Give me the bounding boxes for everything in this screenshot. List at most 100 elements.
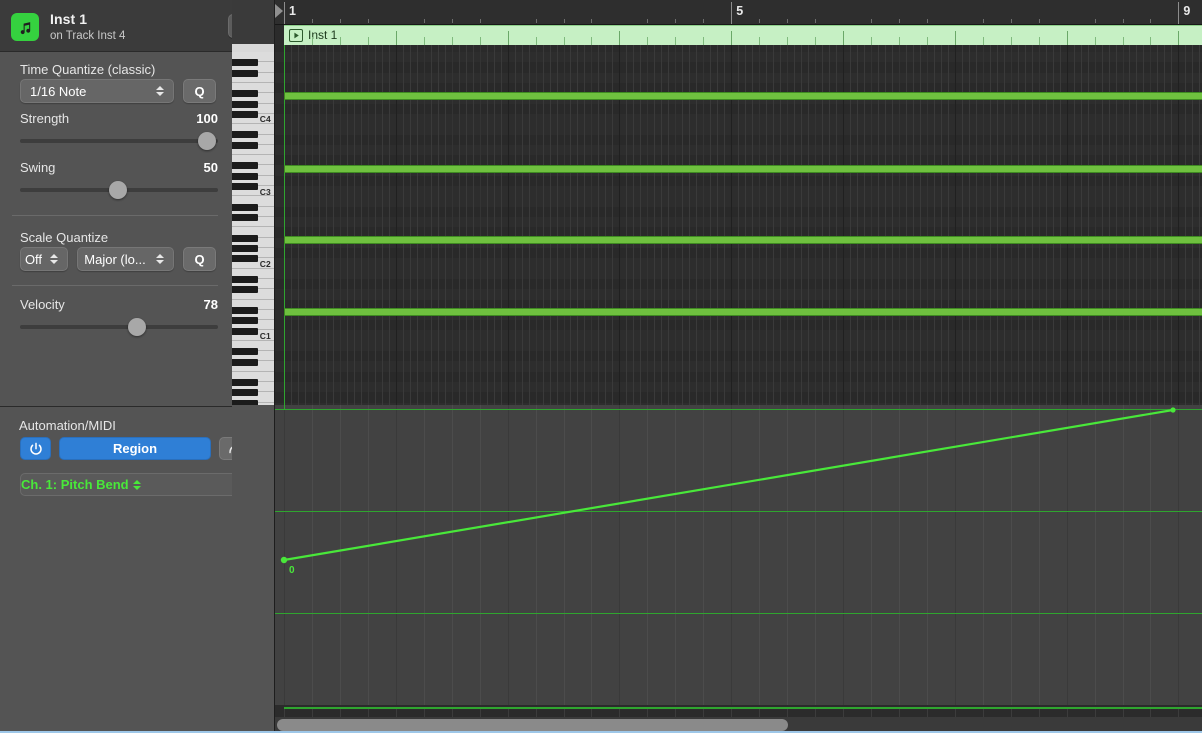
velocity-tick bbox=[1039, 709, 1040, 717]
velocity-tick bbox=[1095, 709, 1096, 717]
piano-black-key[interactable] bbox=[232, 307, 258, 314]
time-quantize-label: Time Quantize (classic) bbox=[20, 62, 155, 77]
region-beat-tick bbox=[1178, 31, 1179, 45]
region-beat-tick bbox=[1095, 37, 1096, 45]
piano-keyboard[interactable]: C4C3C2C1C0 bbox=[232, 44, 275, 405]
automation-curve[interactable] bbox=[275, 405, 1202, 715]
piano-black-key[interactable] bbox=[232, 131, 258, 138]
bar-ruler[interactable]: 159131721252933 bbox=[275, 0, 1202, 25]
automation-power-button[interactable] bbox=[20, 437, 51, 460]
time-quantize-q-button[interactable]: Q bbox=[183, 79, 216, 103]
region-beat-tick bbox=[564, 37, 565, 45]
scale-quantize-scale-value: Major (lo... bbox=[78, 252, 152, 267]
piano-octave-label: C3 bbox=[260, 187, 271, 197]
piano-roll-grid[interactable] bbox=[275, 45, 1202, 405]
region-beat-tick bbox=[815, 37, 816, 45]
velocity-lane[interactable] bbox=[275, 705, 1202, 717]
piano-black-key[interactable] bbox=[232, 359, 258, 366]
piano-black-key[interactable] bbox=[232, 214, 258, 221]
midi-region[interactable]: Inst 1 bbox=[284, 25, 1202, 45]
velocity-tick bbox=[312, 709, 313, 717]
region-beat-tick bbox=[955, 31, 956, 45]
ruler-beat-tick bbox=[703, 19, 704, 23]
scale-quantize-mode-select[interactable]: Off bbox=[20, 247, 68, 271]
region-beat-tick bbox=[675, 37, 676, 45]
midi-note[interactable] bbox=[284, 308, 1202, 316]
velocity-tick bbox=[564, 709, 565, 717]
piano-black-key[interactable] bbox=[232, 59, 258, 66]
region-beat-tick bbox=[1039, 37, 1040, 45]
midi-note[interactable] bbox=[284, 92, 1202, 100]
ruler-beat-tick bbox=[591, 19, 592, 23]
velocity-tick bbox=[955, 709, 956, 717]
slider-track bbox=[20, 139, 218, 143]
piano-black-key[interactable] bbox=[232, 348, 258, 355]
velocity-label: Velocity bbox=[20, 297, 65, 312]
keyboard-top-filler bbox=[232, 0, 275, 44]
swing-slider[interactable] bbox=[20, 181, 218, 199]
piano-black-key[interactable] bbox=[232, 70, 258, 77]
piano-black-key[interactable] bbox=[232, 173, 258, 180]
piano-black-key[interactable] bbox=[232, 276, 258, 283]
time-quantize-select[interactable]: 1/16 Note bbox=[20, 79, 174, 103]
piano-black-key[interactable] bbox=[232, 235, 258, 242]
velocity-tick bbox=[424, 709, 425, 717]
velocity-tick bbox=[675, 709, 676, 717]
slider-knob[interactable] bbox=[198, 132, 216, 150]
region-beat-tick bbox=[508, 31, 509, 45]
ruler-beat-tick bbox=[787, 19, 788, 23]
velocity-tick bbox=[983, 709, 984, 717]
automation-parameter-select[interactable]: Ch. 1: Pitch Bend bbox=[20, 473, 253, 496]
slider-knob[interactable] bbox=[109, 181, 127, 199]
velocity-tick bbox=[647, 709, 648, 717]
slider-knob[interactable] bbox=[128, 318, 146, 336]
midi-note[interactable] bbox=[284, 165, 1202, 173]
chevron-updown-icon bbox=[152, 86, 168, 96]
piano-black-key[interactable] bbox=[232, 389, 258, 396]
piano-black-key[interactable] bbox=[232, 379, 258, 386]
region-beat-tick bbox=[843, 31, 844, 45]
automation-region-button[interactable]: Region bbox=[59, 437, 211, 460]
scale-quantize-q-button[interactable]: Q bbox=[183, 247, 216, 271]
region-beat-tick bbox=[591, 37, 592, 45]
automation-lane[interactable]: 0 bbox=[275, 405, 1202, 715]
region-subtitle: on Track Inst 4 bbox=[50, 30, 125, 42]
scrollbar-thumb[interactable] bbox=[277, 719, 788, 731]
velocity-tick bbox=[843, 709, 844, 717]
region-beat-tick bbox=[983, 37, 984, 45]
piano-black-key[interactable] bbox=[232, 142, 258, 149]
velocity-tick bbox=[731, 709, 732, 717]
piano-black-key[interactable] bbox=[232, 162, 258, 169]
piano-black-key[interactable] bbox=[232, 204, 258, 211]
piano-black-key[interactable] bbox=[232, 183, 258, 190]
region-beat-tick bbox=[312, 37, 313, 45]
ruler-beat-tick bbox=[564, 19, 565, 23]
strength-slider[interactable] bbox=[20, 132, 218, 150]
region-beat-tick bbox=[368, 37, 369, 45]
velocity-slider[interactable] bbox=[20, 318, 218, 336]
piano-black-key[interactable] bbox=[232, 286, 258, 293]
ruler-beat-tick bbox=[368, 19, 369, 23]
ruler-beat-tick bbox=[675, 19, 676, 23]
divider bbox=[12, 285, 218, 286]
piano-black-key[interactable] bbox=[232, 255, 258, 262]
region-beat-tick bbox=[787, 37, 788, 45]
piano-black-key[interactable] bbox=[232, 245, 258, 252]
piano-black-key[interactable] bbox=[232, 101, 258, 108]
ruler-beat-tick bbox=[899, 19, 900, 23]
piano-black-key[interactable] bbox=[232, 317, 258, 324]
ruler-bar-number: 5 bbox=[736, 4, 743, 18]
scale-quantize-scale-select[interactable]: Major (lo... bbox=[77, 247, 174, 271]
playhead-marker[interactable] bbox=[275, 4, 283, 18]
swing-label: Swing bbox=[20, 160, 55, 175]
region-beat-tick bbox=[731, 31, 732, 45]
ruler-beat-tick bbox=[927, 19, 928, 23]
region-beat-tick bbox=[899, 37, 900, 45]
piano-black-key[interactable] bbox=[232, 111, 258, 118]
midi-note[interactable] bbox=[284, 236, 1202, 244]
piano-black-key[interactable] bbox=[232, 90, 258, 97]
piano-black-key[interactable] bbox=[232, 328, 258, 335]
velocity-tick bbox=[703, 709, 704, 717]
region-beat-tick bbox=[452, 37, 453, 45]
ruler-bar-tick bbox=[284, 2, 285, 25]
